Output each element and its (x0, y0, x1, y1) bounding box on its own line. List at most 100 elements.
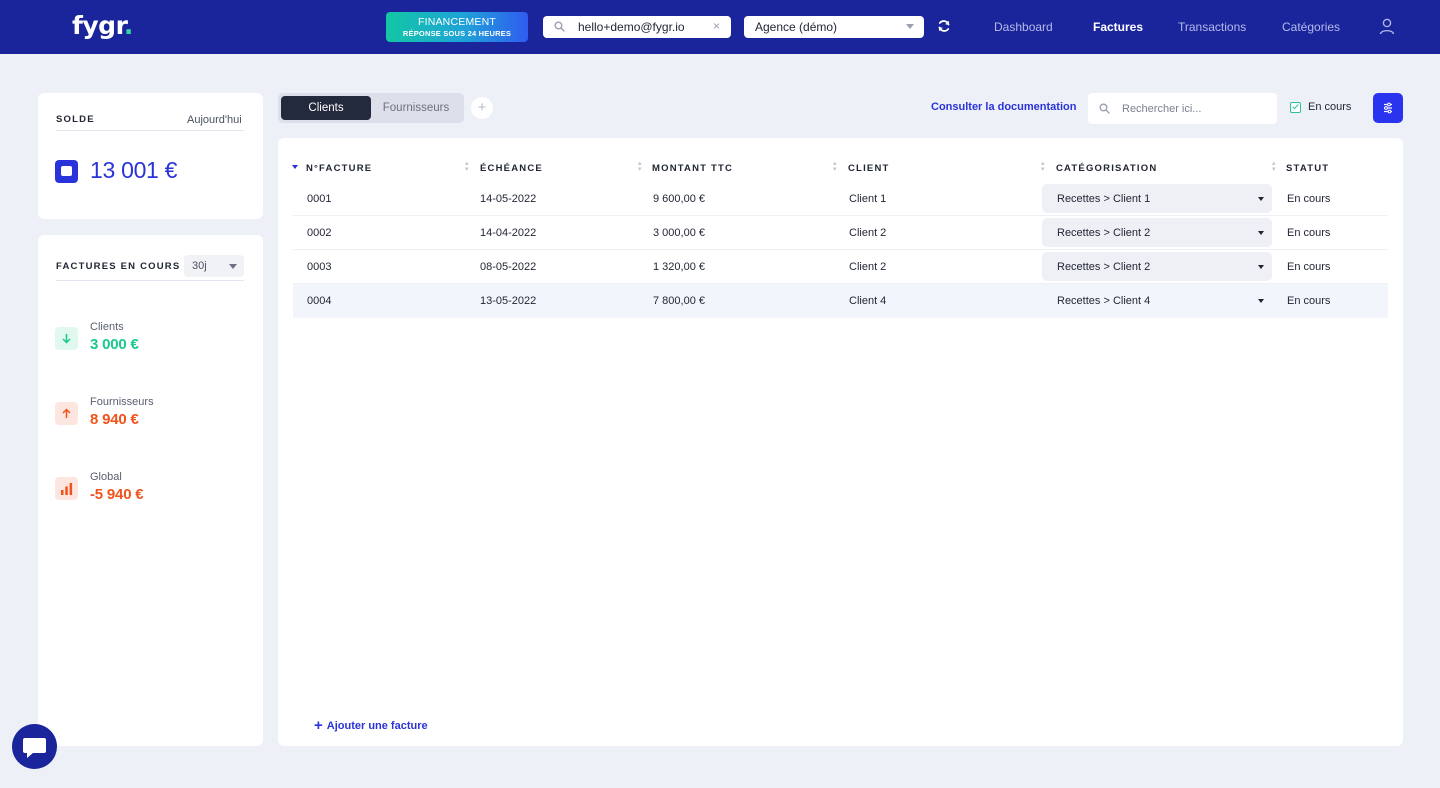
table-row[interactable]: 0001 14-05-2022 9 600,00 € Client 1 Rece… (293, 182, 1388, 216)
categorisation-value: Recettes > Client 2 (1057, 261, 1151, 273)
stat-fournisseurs-label: Fournisseurs (90, 396, 154, 408)
documentation-link[interactable]: Consulter la documentation (931, 101, 1076, 113)
cell-statut: En cours (1287, 261, 1331, 273)
cell-montant: 9 600,00 € (653, 193, 705, 205)
fygr-logo[interactable]: fygr. (72, 11, 133, 40)
plus-icon: + (314, 717, 323, 734)
arrow-up-icon (55, 402, 78, 425)
arrow-down-icon (55, 327, 78, 350)
column-header-numero[interactable]: N°FACTURE (306, 163, 372, 174)
search-box (1088, 93, 1277, 124)
en-cours-checkbox[interactable] (1290, 102, 1301, 113)
tab-clients[interactable]: Clients (281, 96, 371, 120)
clear-icon[interactable]: × (713, 19, 720, 33)
chevron-down-icon (229, 264, 237, 269)
cell-numero: 0001 (307, 193, 332, 205)
period-select[interactable]: 30j (184, 255, 244, 277)
filter-settings-button[interactable] (1373, 93, 1403, 123)
cell-echeance: 08-05-2022 (480, 261, 537, 273)
user-icon[interactable] (1379, 18, 1395, 35)
financement-label: FINANCEMENT (417, 16, 497, 28)
nav-factures[interactable]: Factures (1093, 20, 1143, 34)
sort-icon[interactable]: ▴ ▾ (1041, 160, 1045, 173)
factures-en-cours-card: FACTURES EN COURS 30j Clients 3 000 € Fo… (38, 235, 263, 746)
invoice-type-tabs: Clients Fournisseurs (278, 93, 464, 123)
en-cours-label: En cours (1308, 101, 1352, 113)
sort-desc-icon[interactable] (292, 165, 298, 169)
top-navbar: fygr. FINANCEMENT RÉPONSE SOUS 24 HEURES… (0, 0, 1440, 54)
categorisation-value: Recettes > Client 1 (1057, 193, 1151, 205)
caret-down-icon (1258, 231, 1264, 235)
divider (56, 280, 244, 281)
cell-statut: En cours (1287, 227, 1331, 239)
bar-chart-icon (55, 477, 78, 500)
nav-categories[interactable]: Catégories (1282, 20, 1340, 34)
search-icon (554, 21, 565, 32)
stat-global-value: -5 940 € (90, 486, 144, 503)
refresh-icon[interactable] (937, 19, 951, 33)
cell-client: Client 2 (849, 227, 887, 239)
agency-select[interactable]: Agence (démo) (744, 16, 924, 38)
cell-montant: 3 000,00 € (653, 227, 705, 239)
cell-numero: 0004 (307, 295, 332, 307)
cell-montant: 7 800,00 € (653, 295, 705, 307)
solde-card: SOLDE Aujourd'hui 13 001 € (38, 93, 263, 219)
nav-transactions[interactable]: Transactions (1178, 20, 1246, 34)
caret-down-icon (1258, 265, 1264, 269)
sort-icon[interactable]: ▴ ▾ (833, 160, 837, 173)
agency-selected-value: Agence (démo) (755, 20, 838, 34)
cell-client: Client 2 (849, 261, 887, 273)
add-tab-button[interactable]: + (471, 97, 493, 119)
column-header-categorisation[interactable]: CATÉGORISATION (1056, 163, 1157, 174)
financement-sublabel: RÉPONSE SOUS 24 HEURES (402, 29, 512, 38)
chat-bubble-icon (23, 738, 46, 758)
cell-montant: 1 320,00 € (653, 261, 705, 273)
add-invoice-button[interactable]: + Ajouter une facture (314, 717, 428, 734)
table-row[interactable]: 0002 14-04-2022 3 000,00 € Client 2 Rece… (293, 216, 1388, 250)
wallet-icon (55, 160, 78, 183)
caret-down-icon (1258, 197, 1264, 201)
chevron-down-icon (906, 24, 914, 29)
cell-statut: En cours (1287, 193, 1331, 205)
cell-client: Client 1 (849, 193, 887, 205)
categorisation-select[interactable]: Recettes > Client 2 (1042, 218, 1272, 247)
add-invoice-label: Ajouter une facture (326, 720, 428, 732)
stat-clients-value: 3 000 € (90, 336, 139, 353)
categorisation-value: Recettes > Client 2 (1057, 227, 1151, 239)
cell-echeance: 13-05-2022 (480, 295, 537, 307)
stat-fournisseurs-value: 8 940 € (90, 411, 139, 428)
column-header-montant[interactable]: MONTANT TTC (652, 163, 733, 174)
chat-support-button[interactable] (12, 724, 57, 769)
financement-button[interactable]: FINANCEMENT RÉPONSE SOUS 24 HEURES (386, 12, 528, 42)
search-icon (1099, 103, 1110, 114)
cell-numero: 0003 (307, 261, 332, 273)
nav-dashboard[interactable]: Dashboard (994, 20, 1053, 34)
stat-global-label: Global (90, 471, 122, 483)
cell-statut: En cours (1287, 295, 1331, 307)
search-input[interactable] (1122, 100, 1267, 117)
categorisation-select[interactable]: Recettes > Client 4 (1042, 286, 1272, 315)
solde-date-label: Aujourd'hui (187, 114, 242, 126)
sort-icon[interactable]: ▴ ▾ (638, 160, 642, 173)
account-email: hello+demo@fygr.io (578, 20, 685, 34)
column-header-client[interactable]: CLIENT (848, 163, 890, 174)
cell-client: Client 4 (849, 295, 887, 307)
table-row[interactable]: 0004 13-05-2022 7 800,00 € Client 4 Rece… (293, 284, 1388, 318)
tab-fournisseurs[interactable]: Fournisseurs (371, 96, 461, 120)
divider (56, 130, 244, 131)
sort-icon[interactable]: ▴ ▾ (465, 160, 469, 173)
categorisation-value: Recettes > Client 4 (1057, 295, 1151, 307)
table-row[interactable]: 0003 08-05-2022 1 320,00 € Client 2 Rece… (293, 250, 1388, 284)
categorisation-select[interactable]: Recettes > Client 2 (1042, 252, 1272, 281)
caret-down-icon (1258, 299, 1264, 303)
column-header-statut[interactable]: STATUT (1286, 163, 1329, 174)
column-header-echeance[interactable]: ÉCHÉANCE (480, 163, 543, 174)
cell-numero: 0002 (307, 227, 332, 239)
categorisation-select[interactable]: Recettes > Client 1 (1042, 184, 1272, 213)
solde-amount: 13 001 € (90, 157, 178, 183)
cell-echeance: 14-05-2022 (480, 193, 537, 205)
stat-clients-label: Clients (90, 321, 124, 333)
sort-icon[interactable]: ▴ ▾ (1272, 160, 1276, 173)
account-switcher[interactable]: hello+demo@fygr.io × (543, 16, 731, 38)
invoices-table: N°FACTURE ▴ ▾ ÉCHÉANCE ▴ ▾ MONTANT TTC ▴ ▾ … (278, 138, 1403, 746)
